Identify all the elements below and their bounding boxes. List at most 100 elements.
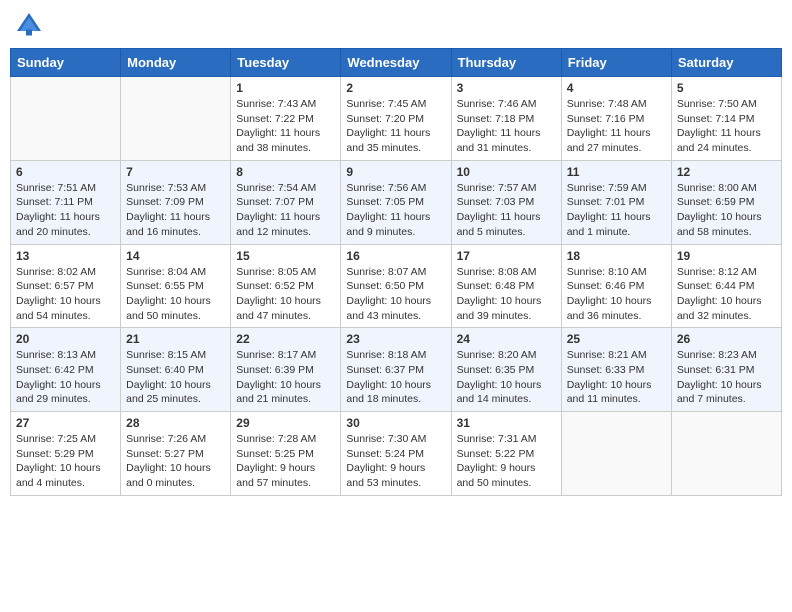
calendar-day-cell: 20 Sunrise: 8:13 AMSunset: 6:42 PMDayligh… xyxy=(11,328,121,412)
day-info: Sunrise: 7:31 AMSunset: 5:22 PMDaylight:… xyxy=(457,432,556,491)
calendar-day-cell: 28 Sunrise: 7:26 AMSunset: 5:27 PMDayligh… xyxy=(121,412,231,496)
day-number: 7 xyxy=(126,165,225,179)
weekday-header-sunday: Sunday xyxy=(11,49,121,77)
calendar-day-cell: 12 Sunrise: 8:00 AMSunset: 6:59 PMDayligh… xyxy=(671,160,781,244)
calendar-day-cell: 23 Sunrise: 8:18 AMSunset: 6:37 PMDayligh… xyxy=(341,328,451,412)
weekday-header-thursday: Thursday xyxy=(451,49,561,77)
calendar-day-cell: 16 Sunrise: 8:07 AMSunset: 6:50 PMDayligh… xyxy=(341,244,451,328)
day-number: 8 xyxy=(236,165,335,179)
calendar-day-cell: 18 Sunrise: 8:10 AMSunset: 6:46 PMDayligh… xyxy=(561,244,671,328)
calendar-day-cell: 2 Sunrise: 7:45 AMSunset: 7:20 PMDaylight… xyxy=(341,77,451,161)
calendar-week-row: 13Sunrise: 8:02 AMSunset: 6:57 PMDayligh… xyxy=(11,244,782,328)
day-number: 24 xyxy=(457,332,556,346)
weekday-header-saturday: Saturday xyxy=(671,49,781,77)
logo xyxy=(14,10,48,40)
calendar-day-cell: 5 Sunrise: 7:50 AMSunset: 7:14 PMDaylight… xyxy=(671,77,781,161)
calendar-day-cell: 4 Sunrise: 7:48 AMSunset: 7:16 PMDaylight… xyxy=(561,77,671,161)
calendar-day-cell: 17 Sunrise: 8:08 AMSunset: 6:48 PMDayligh… xyxy=(451,244,561,328)
calendar-day-cell: 21Sunrise: 8:15 AMSunset: 6:40 PMDayligh… xyxy=(121,328,231,412)
calendar-day-cell xyxy=(561,412,671,496)
day-info: Sunrise: 8:05 AMSunset: 6:52 PMDaylight:… xyxy=(236,265,335,324)
calendar-day-cell: 26 Sunrise: 8:23 AMSunset: 6:31 PMDayligh… xyxy=(671,328,781,412)
day-info: Sunrise: 7:46 AMSunset: 7:18 PMDaylight:… xyxy=(457,97,556,156)
day-number: 2 xyxy=(346,81,445,95)
day-info: Sunrise: 7:30 AMSunset: 5:24 PMDaylight:… xyxy=(346,432,445,491)
day-number: 26 xyxy=(677,332,776,346)
calendar-week-row: 27 Sunrise: 7:25 AMSunset: 5:29 PMDayligh… xyxy=(11,412,782,496)
day-number: 17 xyxy=(457,249,556,263)
calendar-day-cell: 7 Sunrise: 7:53 AMSunset: 7:09 PMDaylight… xyxy=(121,160,231,244)
day-info: Sunrise: 7:25 AMSunset: 5:29 PMDaylight:… xyxy=(16,432,115,491)
calendar-day-cell: 29Sunrise: 7:28 AMSunset: 5:25 PMDayligh… xyxy=(231,412,341,496)
calendar-day-cell: 24 Sunrise: 8:20 AMSunset: 6:35 PMDayligh… xyxy=(451,328,561,412)
calendar-table: SundayMondayTuesdayWednesdayThursdayFrid… xyxy=(10,48,782,496)
calendar-day-cell: 11Sunrise: 7:59 AMSunset: 7:01 PMDayligh… xyxy=(561,160,671,244)
calendar-day-cell: 3 Sunrise: 7:46 AMSunset: 7:18 PMDaylight… xyxy=(451,77,561,161)
weekday-header-monday: Monday xyxy=(121,49,231,77)
day-number: 12 xyxy=(677,165,776,179)
day-number: 21 xyxy=(126,332,225,346)
day-info: Sunrise: 7:53 AMSunset: 7:09 PMDaylight:… xyxy=(126,181,225,240)
day-info: Sunrise: 8:18 AMSunset: 6:37 PMDaylight:… xyxy=(346,348,445,407)
page-header xyxy=(10,10,782,40)
day-number: 29 xyxy=(236,416,335,430)
day-info: Sunrise: 8:17 AMSunset: 6:39 PMDaylight:… xyxy=(236,348,335,407)
day-info: Sunrise: 7:54 AMSunset: 7:07 PMDaylight:… xyxy=(236,181,335,240)
calendar-day-cell: 1Sunrise: 7:43 AMSunset: 7:22 PMDaylight… xyxy=(231,77,341,161)
day-info: Sunrise: 8:13 AMSunset: 6:42 PMDaylight:… xyxy=(16,348,115,407)
day-number: 19 xyxy=(677,249,776,263)
day-info: Sunrise: 8:07 AMSunset: 6:50 PMDaylight:… xyxy=(346,265,445,324)
day-number: 31 xyxy=(457,416,556,430)
day-info: Sunrise: 8:23 AMSunset: 6:31 PMDaylight:… xyxy=(677,348,776,407)
day-number: 3 xyxy=(457,81,556,95)
calendar-day-cell: 8 Sunrise: 7:54 AMSunset: 7:07 PMDaylight… xyxy=(231,160,341,244)
day-info: Sunrise: 8:20 AMSunset: 6:35 PMDaylight:… xyxy=(457,348,556,407)
calendar-day-cell xyxy=(121,77,231,161)
calendar-day-cell: 14Sunrise: 8:04 AMSunset: 6:55 PMDayligh… xyxy=(121,244,231,328)
day-info: Sunrise: 7:57 AMSunset: 7:03 PMDaylight:… xyxy=(457,181,556,240)
calendar-week-row: 1Sunrise: 7:43 AMSunset: 7:22 PMDaylight… xyxy=(11,77,782,161)
day-info: Sunrise: 8:02 AMSunset: 6:57 PMDaylight:… xyxy=(16,265,115,324)
day-number: 20 xyxy=(16,332,115,346)
day-number: 4 xyxy=(567,81,666,95)
day-info: Sunrise: 8:12 AMSunset: 6:44 PMDaylight:… xyxy=(677,265,776,324)
calendar-day-cell: 13Sunrise: 8:02 AMSunset: 6:57 PMDayligh… xyxy=(11,244,121,328)
calendar-day-cell: 15 Sunrise: 8:05 AMSunset: 6:52 PMDayligh… xyxy=(231,244,341,328)
day-info: Sunrise: 7:43 AMSunset: 7:22 PMDaylight:… xyxy=(236,97,335,156)
calendar-week-row: 6 Sunrise: 7:51 AMSunset: 7:11 PMDaylight… xyxy=(11,160,782,244)
calendar-day-cell xyxy=(671,412,781,496)
day-info: Sunrise: 8:10 AMSunset: 6:46 PMDaylight:… xyxy=(567,265,666,324)
day-info: Sunrise: 8:04 AMSunset: 6:55 PMDaylight:… xyxy=(126,265,225,324)
day-number: 18 xyxy=(567,249,666,263)
weekday-header-tuesday: Tuesday xyxy=(231,49,341,77)
calendar-day-cell: 25 Sunrise: 8:21 AMSunset: 6:33 PMDayligh… xyxy=(561,328,671,412)
day-number: 15 xyxy=(236,249,335,263)
day-number: 28 xyxy=(126,416,225,430)
day-info: Sunrise: 8:00 AMSunset: 6:59 PMDaylight:… xyxy=(677,181,776,240)
day-info: Sunrise: 7:26 AMSunset: 5:27 PMDaylight:… xyxy=(126,432,225,491)
day-info: Sunrise: 7:56 AMSunset: 7:05 PMDaylight:… xyxy=(346,181,445,240)
day-info: Sunrise: 7:50 AMSunset: 7:14 PMDaylight:… xyxy=(677,97,776,156)
day-number: 23 xyxy=(346,332,445,346)
calendar-day-cell: 30 Sunrise: 7:30 AMSunset: 5:24 PMDayligh… xyxy=(341,412,451,496)
day-number: 6 xyxy=(16,165,115,179)
calendar-day-cell: 22 Sunrise: 8:17 AMSunset: 6:39 PMDayligh… xyxy=(231,328,341,412)
calendar-day-cell: 19 Sunrise: 8:12 AMSunset: 6:44 PMDayligh… xyxy=(671,244,781,328)
day-info: Sunrise: 8:08 AMSunset: 6:48 PMDaylight:… xyxy=(457,265,556,324)
day-number: 22 xyxy=(236,332,335,346)
calendar-day-cell: 10 Sunrise: 7:57 AMSunset: 7:03 PMDayligh… xyxy=(451,160,561,244)
day-number: 16 xyxy=(346,249,445,263)
day-info: Sunrise: 7:51 AMSunset: 7:11 PMDaylight:… xyxy=(16,181,115,240)
day-info: Sunrise: 8:21 AMSunset: 6:33 PMDaylight:… xyxy=(567,348,666,407)
logo-icon xyxy=(14,10,44,40)
day-number: 10 xyxy=(457,165,556,179)
day-number: 27 xyxy=(16,416,115,430)
day-info: Sunrise: 7:45 AMSunset: 7:20 PMDaylight:… xyxy=(346,97,445,156)
day-info: Sunrise: 7:48 AMSunset: 7:16 PMDaylight:… xyxy=(567,97,666,156)
day-number: 5 xyxy=(677,81,776,95)
calendar-header-row: SundayMondayTuesdayWednesdayThursdayFrid… xyxy=(11,49,782,77)
day-number: 30 xyxy=(346,416,445,430)
calendar-week-row: 20 Sunrise: 8:13 AMSunset: 6:42 PMDayligh… xyxy=(11,328,782,412)
day-number: 25 xyxy=(567,332,666,346)
calendar-day-cell xyxy=(11,77,121,161)
